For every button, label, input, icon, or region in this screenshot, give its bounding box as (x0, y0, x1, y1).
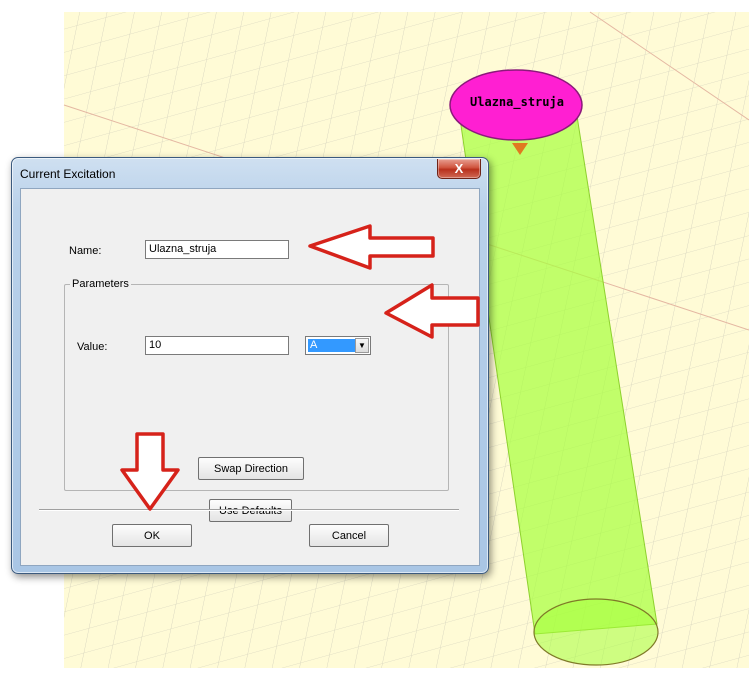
dialog-title: Current Excitation (20, 167, 116, 181)
unit-select[interactable]: A ▼ (305, 336, 371, 355)
unit-selected-value: A (308, 339, 356, 352)
name-field[interactable]: Ulazna_struja (145, 240, 289, 259)
title-bar[interactable]: Current Excitation X (12, 158, 488, 188)
swap-direction-button[interactable]: Swap Direction (198, 457, 304, 480)
name-label: Name: (69, 245, 102, 257)
chevron-down-icon[interactable]: ▼ (355, 338, 369, 353)
separator (39, 509, 459, 511)
close-button[interactable]: X (437, 159, 481, 179)
value-label: Value: (77, 341, 108, 353)
dialog-client: Name: Ulazna_struja Parameters Value: 10… (20, 188, 480, 566)
ok-button[interactable]: OK (112, 524, 192, 547)
value-field[interactable]: 10 (145, 336, 289, 355)
current-excitation-dialog: Current Excitation X Name: Ulazna_struja… (11, 157, 489, 574)
cancel-button[interactable]: Cancel (309, 524, 389, 547)
close-icon: X (454, 161, 464, 176)
object-label: Ulazna_struja (470, 95, 564, 110)
parameters-label: Parameters (70, 278, 131, 290)
